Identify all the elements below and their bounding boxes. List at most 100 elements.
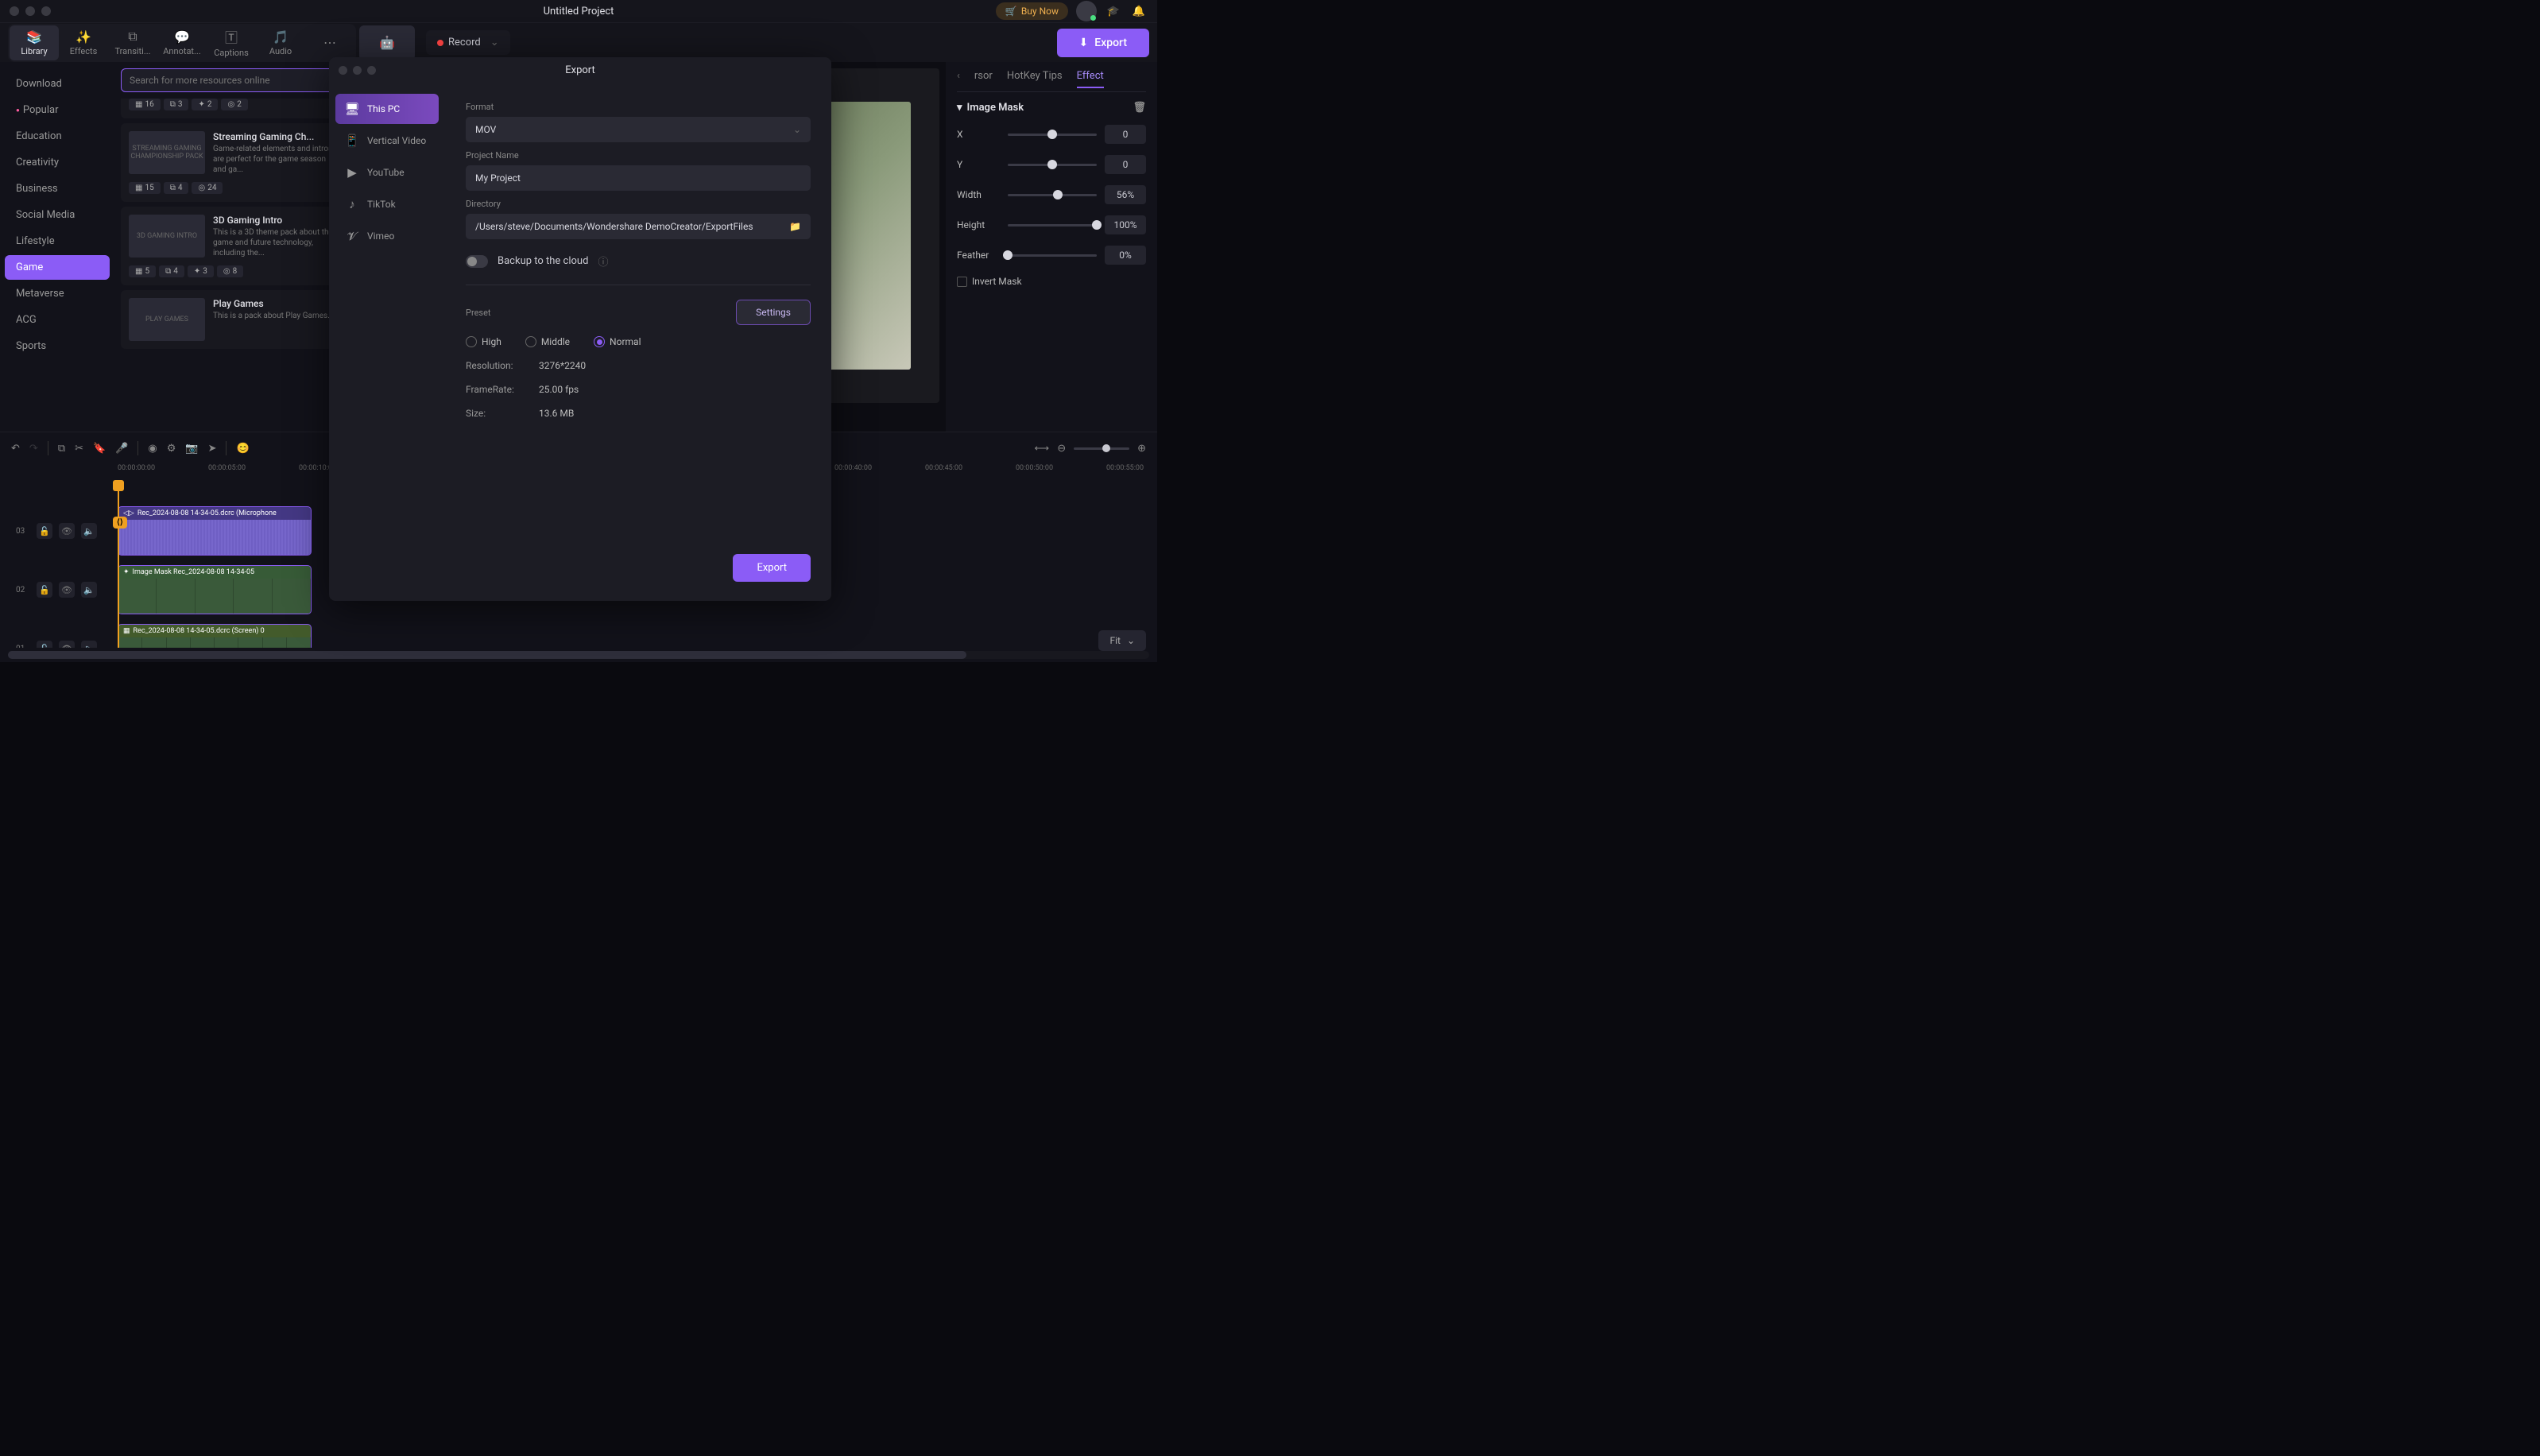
prop-value[interactable]: 100% [1105, 215, 1146, 234]
dest-vimeo[interactable]: 𝓥Vimeo [335, 221, 439, 251]
sidebar-item-business[interactable]: Business [5, 176, 110, 201]
zoom-in-icon[interactable]: ⊕ [1137, 443, 1146, 455]
quality-high[interactable]: High [466, 336, 501, 347]
dest-vertical[interactable]: 📱Vertical Video [335, 126, 439, 156]
sidebar-item-education[interactable]: Education [5, 124, 110, 149]
resource-item[interactable]: ▦ 16 ⧉ 3 ✦ 2 ◎ 2 ⬇ [121, 99, 348, 118]
settings-button[interactable]: Settings [736, 300, 811, 325]
visibility-icon[interactable]: 👁 [59, 582, 75, 598]
resource-item[interactable]: PLAY GAMES Play Games This is a pack abo… [121, 290, 348, 349]
project-name-input[interactable] [466, 165, 811, 191]
tab-more[interactable]: ⋯ [305, 25, 354, 60]
notifications-icon[interactable]: 🔔 [1130, 2, 1148, 20]
tab-effect[interactable]: Effect [1077, 70, 1104, 88]
playhead[interactable] [118, 480, 119, 648]
zoom-slider[interactable] [1074, 447, 1129, 450]
invert-mask-checkbox[interactable] [957, 277, 967, 287]
redo-icon[interactable]: ↷ [29, 443, 38, 455]
help-icon[interactable]: ⓘ [598, 254, 608, 269]
sidebar-item-acg[interactable]: ACG [5, 308, 110, 332]
sidebar-item-sports[interactable]: Sports [5, 334, 110, 358]
maximize-icon[interactable] [367, 66, 376, 75]
prop-slider[interactable] [1008, 194, 1097, 196]
tab-ai[interactable]: 🤖 [359, 25, 415, 60]
zoom-out-icon[interactable]: ⊖ [1057, 443, 1066, 455]
group-icon[interactable]: ◉ [148, 443, 157, 455]
folder-icon[interactable]: 📁 [789, 221, 801, 232]
sidebar-item-creativity[interactable]: Creativity [5, 150, 110, 175]
prop-value[interactable]: 0 [1105, 155, 1146, 174]
undo-icon[interactable]: ↶ [11, 443, 20, 455]
visibility-icon[interactable]: 👁 [59, 523, 75, 539]
tab-audio[interactable]: 🎵Audio [256, 25, 305, 60]
export-button[interactable]: ⬇ Export [1057, 29, 1149, 57]
dest-this-pc[interactable]: 🖥This PC [335, 94, 439, 124]
prop-slider[interactable] [1008, 254, 1097, 257]
search-input[interactable] [121, 68, 348, 92]
user-avatar[interactable] [1076, 1, 1097, 21]
crop-icon[interactable]: ⧉ [58, 443, 65, 455]
audio-clip[interactable]: ◁▷Rec_2024-08-08 14-34-05.dcrc (Micropho… [118, 506, 312, 556]
prop-value[interactable]: 56% [1105, 185, 1146, 204]
buy-now-button[interactable]: 🛒 Buy Now [996, 2, 1068, 20]
sidebar-item-download[interactable]: Download [5, 72, 110, 96]
export-confirm-button[interactable]: Export [733, 554, 811, 582]
playhead-handle[interactable]: ⟨⟩ [113, 517, 127, 529]
mute-icon[interactable]: 🔈 [81, 523, 97, 539]
chevron-left-icon[interactable]: ‹ [957, 70, 960, 88]
lock-icon[interactable]: 🔓 [37, 523, 52, 539]
tab-annotations[interactable]: 💬Annotat... [157, 25, 207, 60]
sidebar-item-lifestyle[interactable]: Lifestyle [5, 229, 110, 254]
quality-normal[interactable]: Normal [594, 336, 641, 347]
mic-icon[interactable]: 🎤 [115, 443, 128, 455]
sidebar-item-game[interactable]: Game [5, 255, 110, 280]
prop-slider[interactable] [1008, 224, 1097, 227]
collapse-icon[interactable]: ▾ [957, 102, 962, 114]
tab-library[interactable]: 📚Library [10, 25, 59, 60]
quality-middle[interactable]: Middle [525, 336, 570, 347]
timeline-scrollbar[interactable] [8, 651, 1149, 659]
tab-captions[interactable]: 🅃Captions [207, 25, 256, 60]
video-clip[interactable]: ✦Image Mask Rec_2024-08-08 14-34-05 [118, 565, 312, 614]
prop-slider[interactable] [1008, 164, 1097, 166]
record-button[interactable]: Record ⌄ [426, 30, 510, 55]
tab-cursor[interactable]: rsor [974, 70, 993, 88]
mute-icon[interactable]: 🔈 [81, 641, 97, 648]
chevron-down-icon[interactable]: ⌄ [490, 37, 499, 48]
format-dropdown[interactable]: MOV⌄ [466, 117, 811, 142]
minimize-icon[interactable] [353, 66, 362, 75]
screen-clip[interactable]: ▦Rec_2024-08-08 14-34-05.dcrc (Screen) 0 [118, 624, 312, 648]
close-window[interactable] [10, 6, 19, 16]
prop-value[interactable]: 0 [1105, 125, 1146, 144]
sidebar-item-popular[interactable]: Popular [5, 98, 110, 122]
tab-transitions[interactable]: ⧉Transiti... [108, 25, 157, 60]
lock-icon[interactable]: 🔓 [37, 641, 52, 648]
resource-item[interactable]: 3D GAMING INTRO 3D Gaming Intro This is … [121, 207, 348, 285]
dest-youtube[interactable]: ▶YouTube [335, 157, 439, 188]
close-icon[interactable] [339, 66, 347, 75]
tab-hotkey[interactable]: HotKey Tips [1007, 70, 1063, 88]
visibility-icon[interactable]: 👁 [59, 641, 75, 648]
marker-icon[interactable]: 🔖 [93, 443, 106, 455]
prop-slider[interactable] [1008, 134, 1097, 136]
academy-icon[interactable]: 🎓 [1105, 2, 1122, 20]
fit-width-icon[interactable]: ⟷ [1035, 443, 1050, 455]
maximize-window[interactable] [41, 6, 51, 16]
split-icon[interactable]: ✂ [75, 443, 83, 455]
emoji-icon[interactable]: 😊 [236, 443, 249, 455]
tab-effects[interactable]: ✨Effects [59, 25, 108, 60]
snapshot-icon[interactable]: 📷 [185, 443, 198, 455]
dest-tiktok[interactable]: ♪TikTok [335, 189, 439, 219]
trash-icon[interactable]: 🗑 [1133, 102, 1146, 114]
minimize-window[interactable] [25, 6, 35, 16]
sidebar-item-social[interactable]: Social Media [5, 203, 110, 227]
directory-field[interactable]: /Users/steve/Documents/Wondershare DemoC… [466, 214, 811, 239]
sidebar-item-metaverse[interactable]: Metaverse [5, 281, 110, 306]
backup-toggle[interactable] [466, 255, 488, 268]
resource-item[interactable]: STREAMING GAMING CHAMPIONSHIP PACK Strea… [121, 123, 348, 202]
cursor-icon[interactable]: ➤ [208, 443, 217, 455]
lock-icon[interactable]: 🔓 [37, 582, 52, 598]
adjust-icon[interactable]: ⚙ [167, 443, 176, 455]
prop-value[interactable]: 0% [1105, 246, 1146, 265]
mute-icon[interactable]: 🔈 [81, 582, 97, 598]
